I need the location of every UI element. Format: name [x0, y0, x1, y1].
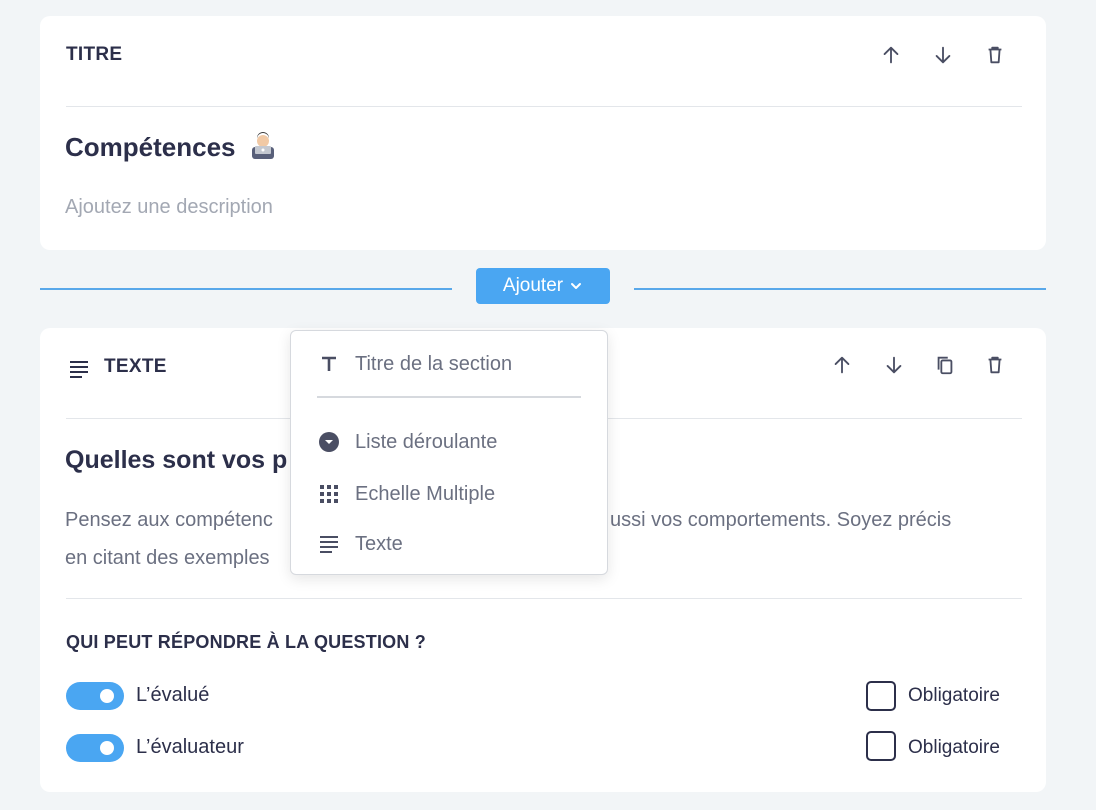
menu-item-section-title[interactable]: Titre de la section [291, 344, 607, 384]
text-card-header: TEXTE [104, 356, 167, 377]
section-heading[interactable]: Compétences [65, 132, 277, 163]
toggle-evalue[interactable] [66, 682, 124, 710]
text-lines-icon [70, 361, 88, 378]
checkbox-required-evalue-label: Obligatoire [908, 685, 1000, 706]
dropdown-circle-icon [318, 431, 340, 453]
menu-item-label: Titre de la section [355, 352, 513, 375]
menu-item-label: Liste déroulante [355, 430, 498, 453]
duplicate-button[interactable] [930, 350, 960, 380]
description-placeholder[interactable]: Ajoutez une description [65, 196, 273, 219]
add-block-row: Ajouter [40, 268, 1046, 304]
trash-icon [988, 46, 1002, 64]
toggle-evalue-label: L’évalué [136, 684, 210, 706]
title-card-divider [66, 106, 1022, 107]
arrow-up-icon [834, 356, 850, 374]
delete-button[interactable] [980, 40, 1010, 70]
section-heading-text: Compétences [65, 132, 236, 162]
text-lines-icon [318, 533, 340, 555]
menu-item-dropdown-list[interactable]: Liste déroulante [291, 422, 607, 462]
who-can-answer-label: QUI PEUT RÉPONDRE À LA QUESTION ? [66, 632, 426, 652]
checkbox-required-evaluateur-label: Obligatoire [908, 737, 1000, 758]
title-card-header: TITRE [66, 44, 123, 65]
question-title[interactable]: Quelles sont vos p [65, 446, 287, 475]
text-card-divider-bottom [66, 598, 1022, 599]
menu-separator [317, 396, 581, 398]
arrow-down-icon [886, 356, 902, 374]
toggle-evaluateur[interactable] [66, 734, 124, 762]
delete-button[interactable] [980, 350, 1010, 380]
add-button-label: Ajouter [502, 275, 564, 296]
add-button[interactable]: Ajouter [476, 268, 610, 304]
trash-icon [988, 356, 1002, 374]
move-down-button[interactable] [879, 350, 909, 380]
technologist-emoji-icon [251, 132, 274, 159]
copy-icon [937, 356, 953, 375]
checkbox-required-evaluateur[interactable] [866, 731, 896, 761]
arrow-up-icon [883, 46, 899, 64]
move-up-button[interactable] [876, 40, 906, 70]
title-section-card: TITRE Compétences Ajoutez une descriptio… [40, 16, 1046, 250]
grid-icon [318, 483, 340, 505]
text-format-icon [318, 353, 340, 375]
question-description-part2: ussi vos comportements. Soyez précis [610, 509, 952, 531]
add-block-dropdown: Titre de la section Liste déroulante Ech… [290, 330, 608, 575]
menu-item-label: Echelle Multiple [355, 482, 496, 505]
move-down-button[interactable] [928, 40, 958, 70]
add-line-right [634, 288, 1046, 290]
checkbox-required-evalue[interactable] [866, 681, 896, 711]
toggle-evaluateur-label: L’évaluateur [136, 736, 244, 758]
menu-item-multiple-scale[interactable]: Echelle Multiple [291, 474, 607, 514]
question-description-part1: Pensez aux compétenc [65, 509, 273, 531]
menu-item-text[interactable]: Texte [291, 524, 607, 564]
menu-item-label: Texte [355, 532, 403, 555]
chevron-down-icon [571, 283, 582, 289]
arrow-down-icon [935, 46, 951, 64]
add-line-left [40, 288, 452, 290]
move-up-button[interactable] [827, 350, 857, 380]
